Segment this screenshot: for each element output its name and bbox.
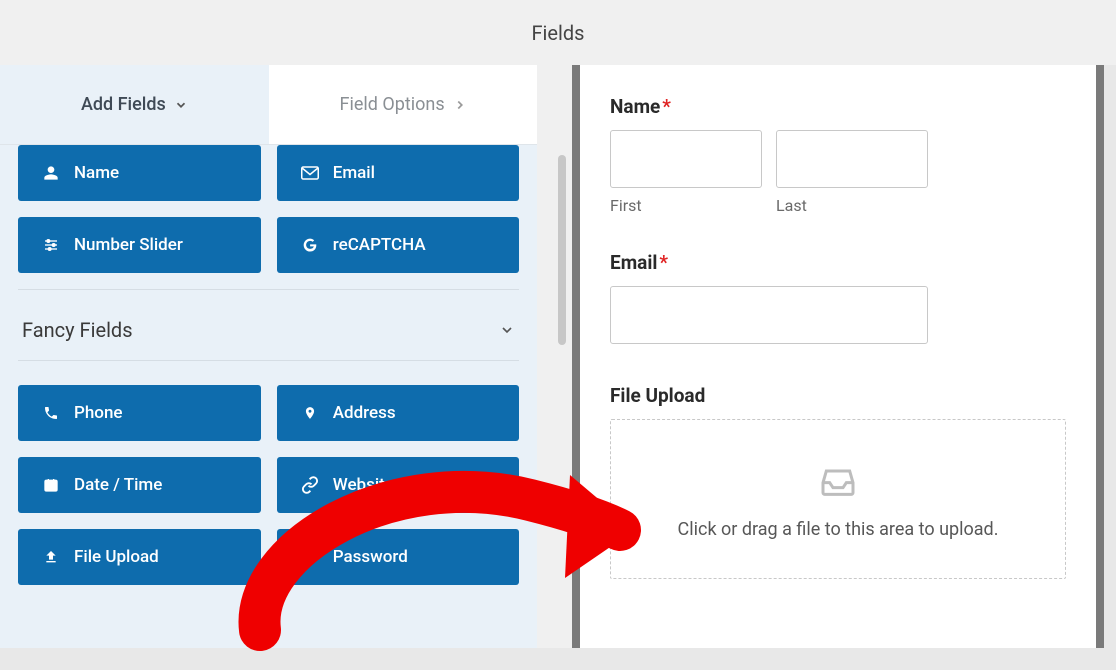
name-label: Name* xyxy=(610,95,1066,118)
scrollbar-thumb[interactable] xyxy=(558,155,566,345)
file-upload-dropzone[interactable]: Click or drag a file to this area to upl… xyxy=(610,419,1066,579)
section-fancy-fields[interactable]: Fancy Fields xyxy=(18,289,519,361)
chevron-right-icon xyxy=(453,98,467,112)
first-sublabel: First xyxy=(610,196,762,215)
tab-field-options[interactable]: Field Options xyxy=(269,65,538,144)
field-date-time-button[interactable]: Date / Time xyxy=(18,457,261,513)
field-email-button[interactable]: Email xyxy=(277,145,520,201)
sliders-icon xyxy=(42,236,60,254)
lock-icon xyxy=(301,548,319,566)
inbox-icon xyxy=(816,459,860,503)
last-name-input[interactable] xyxy=(776,130,928,188)
scrollbar-gutter xyxy=(537,65,572,648)
field-phone-button[interactable]: Phone xyxy=(18,385,261,441)
field-website-url-label: Website / URL xyxy=(333,475,440,495)
field-file-upload-label: File Upload xyxy=(74,547,159,567)
link-icon xyxy=(301,476,319,494)
chevron-down-icon xyxy=(174,98,188,112)
field-password-button[interactable]: Password xyxy=(277,529,520,585)
file-upload-label: File Upload xyxy=(610,384,1066,407)
page-title-text: Fields xyxy=(532,21,585,45)
calendar-icon xyxy=(42,476,60,494)
first-name-input[interactable] xyxy=(610,130,762,188)
page-title: Fields xyxy=(0,0,1116,65)
field-number-slider-label: Number Slider xyxy=(74,235,183,255)
chevron-down-icon xyxy=(499,322,515,338)
field-date-time-label: Date / Time xyxy=(74,475,162,495)
upload-icon xyxy=(42,548,60,566)
map-pin-icon xyxy=(301,404,319,422)
dropzone-text: Click or drag a file to this area to upl… xyxy=(678,519,999,540)
field-website-url-button[interactable]: Website / URL xyxy=(277,457,520,513)
envelope-icon xyxy=(301,164,319,182)
google-icon xyxy=(301,236,319,254)
field-name-button[interactable]: Name xyxy=(18,145,261,201)
email-input[interactable] xyxy=(610,286,928,344)
field-name-label: Name xyxy=(74,163,119,183)
user-icon xyxy=(42,164,60,182)
field-number-slider-button[interactable]: Number Slider xyxy=(18,217,261,273)
left-panel: Add Fields Field Options Name xyxy=(0,65,537,648)
tab-add-fields-label: Add Fields xyxy=(81,94,166,115)
email-label: Email* xyxy=(610,251,1066,274)
field-recaptcha-button[interactable]: reCAPTCHA xyxy=(277,217,520,273)
field-phone-label: Phone xyxy=(74,403,123,423)
phone-icon xyxy=(42,404,60,422)
form-preview-panel: Name* First Last Email* File Upload Clic… xyxy=(572,65,1104,648)
field-password-label: Password xyxy=(333,547,408,567)
field-recaptcha-label: reCAPTCHA xyxy=(333,235,426,255)
tab-field-options-label: Field Options xyxy=(340,94,445,115)
field-file-upload-button[interactable]: File Upload xyxy=(18,529,261,585)
field-address-button[interactable]: Address xyxy=(277,385,520,441)
section-fancy-label: Fancy Fields xyxy=(22,318,133,342)
field-email-label: Email xyxy=(333,163,375,183)
last-sublabel: Last xyxy=(776,196,928,215)
field-address-label: Address xyxy=(333,403,396,423)
tab-add-fields[interactable]: Add Fields xyxy=(0,65,269,144)
